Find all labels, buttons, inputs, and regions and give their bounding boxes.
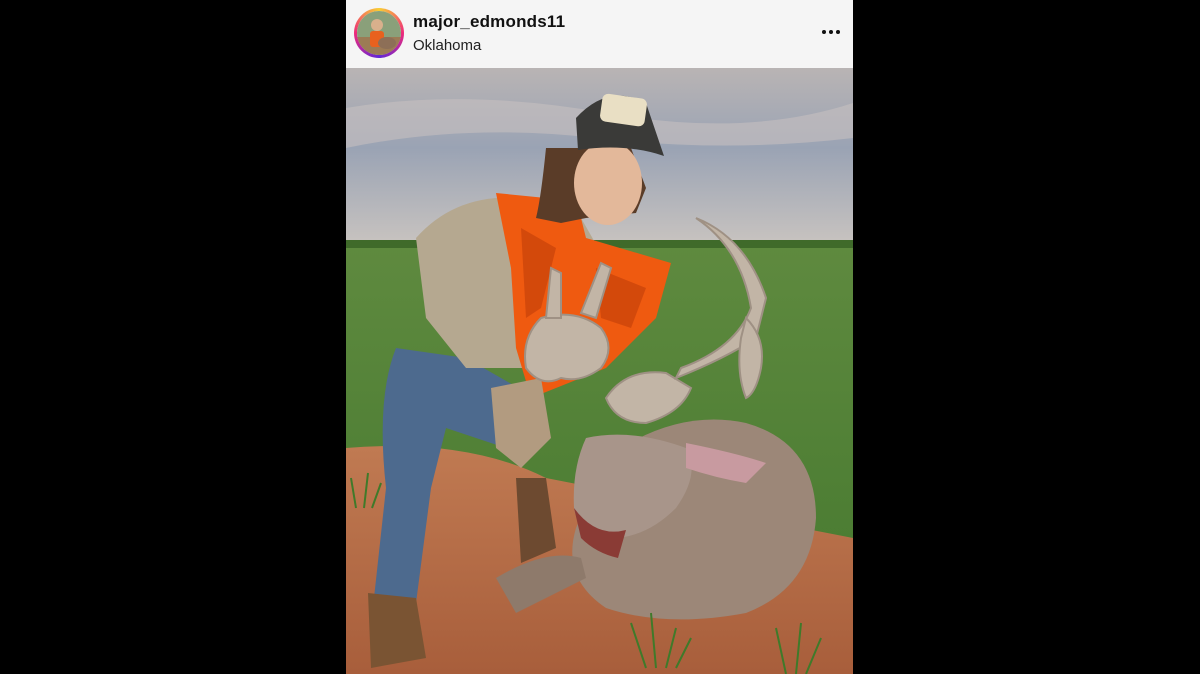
more-options-icon[interactable] <box>817 20 845 44</box>
post-location[interactable]: Oklahoma <box>413 37 481 54</box>
post-header: major_edmonds11 Oklahoma <box>346 0 853 68</box>
instagram-post: major_edmonds11 Oklahoma <box>346 0 853 674</box>
post-photo[interactable] <box>346 68 853 674</box>
avatar[interactable] <box>357 11 401 55</box>
post-username[interactable]: major_edmonds11 <box>413 12 565 32</box>
avatar-story-ring[interactable] <box>354 8 404 58</box>
